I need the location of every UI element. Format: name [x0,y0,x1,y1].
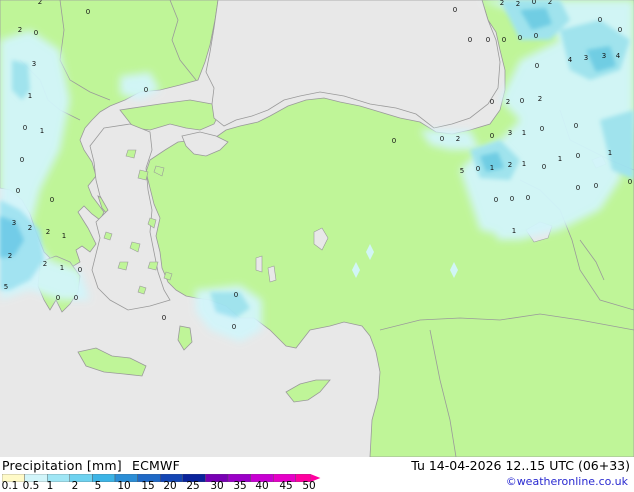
model-label: ECMWF [132,458,180,473]
point-value-label: 1 [558,155,562,163]
point-value-label: 0 [598,16,602,24]
point-value-label: 0 [86,8,90,16]
point-value-label: 0 [162,314,166,322]
legend-tick-label: 45 [279,480,293,492]
point-value-label: 2 [506,98,510,106]
legend-tick-label: 30 [210,480,224,492]
point-value-label: 3 [12,219,16,227]
legend-tick-label: 0.5 [22,480,40,492]
point-value-label: 1 [512,227,516,235]
point-value-label: 0 [232,323,236,331]
point-value-label: 5 [460,167,464,175]
legend-tick-label: 35 [233,480,247,492]
point-value-label: 0 [468,36,472,44]
point-value-label: 0 [628,178,632,186]
point-value-label: 2 [18,26,22,34]
point-value-label: 0 [16,187,20,195]
point-value-label: 0 [23,124,27,132]
point-value-label: 2 [516,0,520,8]
point-value-label: 1 [62,232,66,240]
variable-label: Precipitation [mm] [2,458,122,473]
lake-egirdir [255,255,263,273]
legend-tick-label: 40 [255,480,269,492]
legend-tick-label: 1 [46,480,54,492]
point-value-label: 3 [602,52,606,60]
point-value-label: 2 [508,161,512,169]
point-value-label: 1 [490,164,494,172]
point-value-label: 2 [43,260,47,268]
point-value-label: 0 [486,36,490,44]
point-value-label: 0 [510,195,514,203]
point-value-label: 2 [46,228,50,236]
point-value-label: 0 [594,182,598,190]
point-value-label: 0 [78,266,82,274]
point-value-label: 0 [502,36,506,44]
point-value-label: 0 [392,137,396,145]
legend-tick-label: 20 [163,480,177,492]
point-value-label: 2 [28,224,32,232]
point-value-label: 0 [540,125,544,133]
point-value-label: 0 [490,132,494,140]
point-value-label: 0 [520,97,524,105]
point-value-label: 3 [584,54,588,62]
point-value-label: 0 [535,62,539,70]
point-value-label: 1 [60,264,64,272]
point-value-label: 0 [34,29,38,37]
point-value-label: 0 [20,156,24,164]
point-value-label: 2 [548,0,552,6]
point-value-label: 4 [568,56,573,64]
point-value-label: 3 [32,60,36,68]
point-value-label: 0 [618,26,622,34]
point-value-label: 0 [576,152,580,160]
point-value-label: 1 [40,127,44,135]
point-value-label: 0 [56,294,60,302]
weather-map: 2020310100032212210500000022020000000043… [0,0,634,492]
point-value-label: 0 [576,184,580,192]
valid-time: Tu 14-04-2026 12..15 UTC (06+33) [411,458,630,473]
point-value-label: 0 [144,86,148,94]
precipitation-map: 202 0310 100032 2 122 1 050 000002 2 0 200 0 0 0 0004 3… [0,0,634,457]
point-value-label: 2 [456,135,460,143]
point-value-label: 0 [542,163,546,171]
point-value-label: 1 [522,129,526,137]
point-value-label: 2 [500,0,504,7]
legend-tick-label: 50 [302,480,316,492]
point-value-label: 0 [490,98,494,106]
point-value-label: 0 [440,135,444,143]
point-value-label: 0 [534,32,538,40]
legend-tick-label: 25 [186,480,200,492]
point-value-label: 1 [608,149,612,157]
point-value-label: 0 [50,196,54,204]
legend-tick-label: 15 [141,480,155,492]
point-value-label: 1 [28,92,32,100]
point-value-label: 2 [538,95,542,103]
map-footer: Precipitation [mm] ECMWF Tu 14-04-2026 1… [0,457,634,492]
point-value-label: 0 [453,6,457,14]
point-value-label: 0 [234,291,238,299]
point-value-label: 4 [616,52,621,60]
point-value-label: 0 [74,294,78,302]
point-value-label: 0 [574,122,578,130]
point-value-label: 0 [494,196,498,204]
point-value-label: 0 [518,34,522,42]
legend-tick-label: 2 [71,480,79,492]
point-value-label: 0 [532,0,536,6]
point-value-label: 5 [4,283,8,291]
point-value-label: 0 [526,194,530,202]
point-value-label: 0 [476,165,480,173]
legend-tick-label: 5 [94,480,102,492]
point-value-label: 1 [522,160,526,168]
point-value-label: 3 [508,129,512,137]
point-value-label: 2 [38,0,42,6]
map-title: Precipitation [mm] ECMWF [2,458,186,473]
point-value-label: 2 [8,252,12,260]
legend-tick-label: 0.1 [1,480,19,492]
credit-link[interactable]: ©weatheronline.co.uk [506,475,628,488]
legend-tick-label: 10 [117,480,131,492]
